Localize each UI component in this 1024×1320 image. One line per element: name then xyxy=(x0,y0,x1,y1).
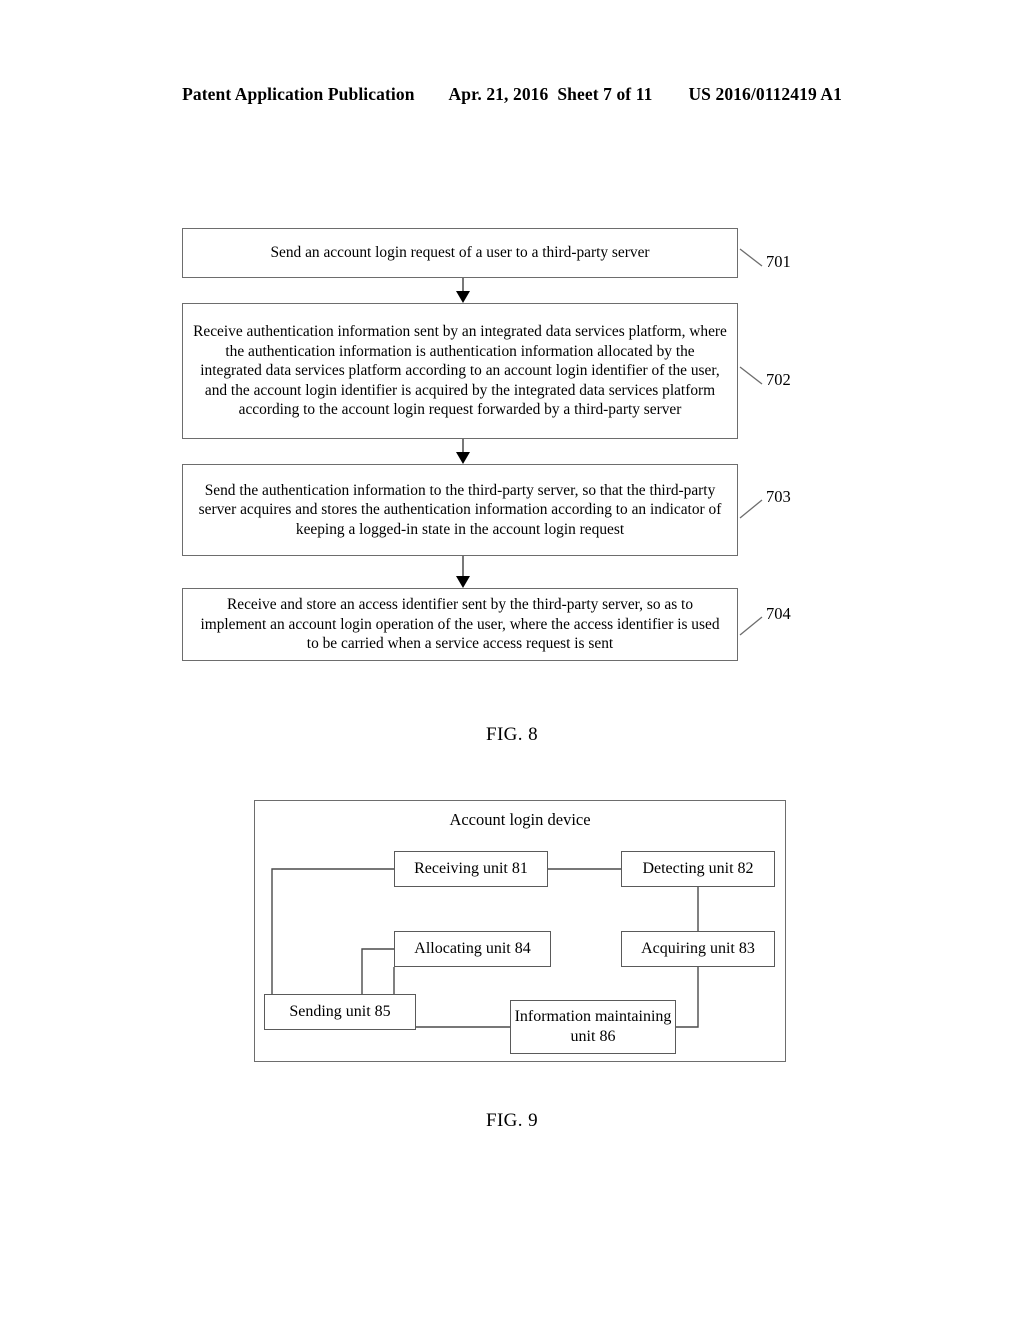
leader-line-702 xyxy=(739,366,763,385)
unit-box-information-maintaining-label: Information maintaining unit 86 xyxy=(514,1008,672,1045)
header-patent-number: US 2016/0112419 A1 xyxy=(688,84,842,104)
leader-line-704 xyxy=(739,616,763,636)
unit-box-acquiring[interactable]: Acquiring unit 83 xyxy=(621,931,775,967)
header-publication-label: Patent Application Publication xyxy=(182,84,415,104)
arrow-702-703-head xyxy=(456,452,470,464)
leader-line-701 xyxy=(739,248,763,267)
unit-box-detecting-label: Detecting unit 82 xyxy=(642,860,754,878)
unit-box-detecting[interactable]: Detecting unit 82 xyxy=(621,851,775,887)
patent-page: Patent Application Publication Apr. 21, … xyxy=(0,0,1024,1320)
flow-step-701-text: Send an account login request of a user … xyxy=(270,244,650,262)
flow-step-702[interactable]: Receive authentication information sent … xyxy=(182,303,738,439)
header-date-sheet-label: Apr. 21, 2016 Sheet 7 of 11 xyxy=(448,84,653,104)
arrow-703-704-head xyxy=(456,576,470,588)
unit-box-receiving-label: Receiving unit 81 xyxy=(414,860,528,878)
unit-box-receiving[interactable]: Receiving unit 81 xyxy=(394,851,548,887)
unit-box-allocating[interactable]: Allocating unit 84 xyxy=(394,931,551,967)
unit-box-acquiring-label: Acquiring unit 83 xyxy=(641,940,755,958)
flow-step-704[interactable]: Receive and store an access identifier s… xyxy=(182,588,738,661)
account-login-device-title: Account login device xyxy=(449,810,591,829)
unit-box-sending-label: Sending unit 85 xyxy=(289,1003,391,1021)
unit-box-allocating-label: Allocating unit 84 xyxy=(414,940,531,958)
flow-step-703[interactable]: Send the authentication information to t… xyxy=(182,464,738,556)
unit-box-sending[interactable]: Sending unit 85 xyxy=(264,994,416,1030)
reference-numeral-704: 704 xyxy=(766,604,791,623)
unit-box-information-maintaining[interactable]: Information maintaining unit 86 xyxy=(510,1000,676,1054)
arrow-701-702-head xyxy=(456,291,470,303)
reference-numeral-701: 701 xyxy=(766,252,791,271)
flow-step-702-text: Receive authentication information sent … xyxy=(193,323,727,419)
leader-line-703 xyxy=(739,499,763,519)
flow-step-703-text: Send the authentication information to t… xyxy=(198,481,722,538)
figure-8-caption: FIG. 8 xyxy=(485,724,538,745)
page-header: Patent Application Publication Apr. 21, … xyxy=(0,84,1024,114)
reference-numeral-702: 702 xyxy=(766,370,791,389)
figure-9-caption: FIG. 9 xyxy=(485,1110,538,1131)
reference-numeral-703: 703 xyxy=(766,487,791,506)
flow-step-704-text: Receive and store an access identifier s… xyxy=(200,596,720,653)
flow-step-701[interactable]: Send an account login request of a user … xyxy=(182,228,738,278)
